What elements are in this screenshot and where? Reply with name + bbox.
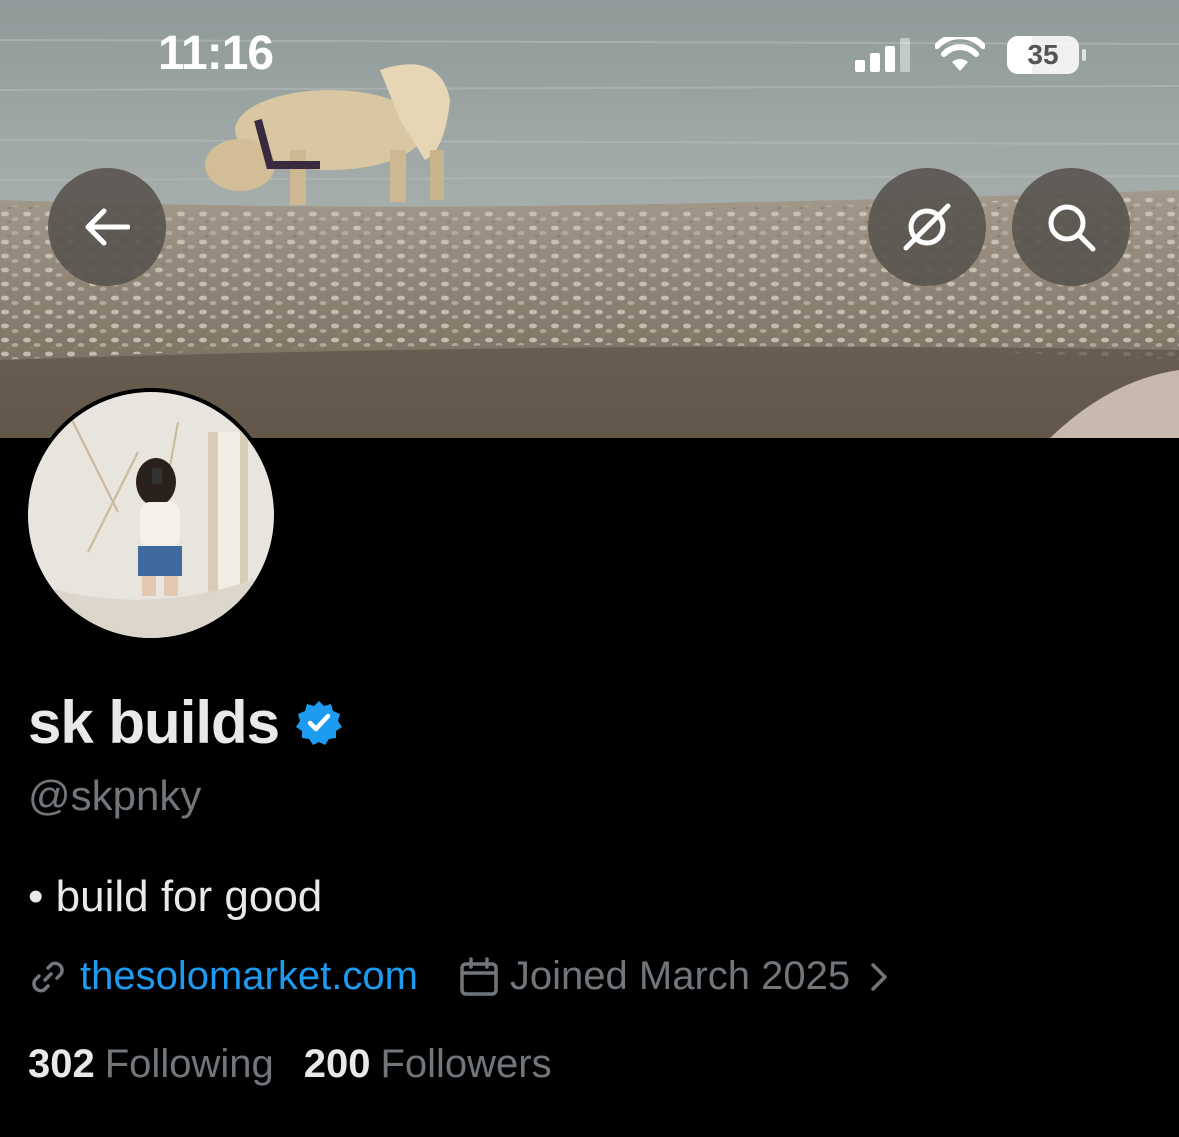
profile-avatar[interactable]	[24, 388, 278, 642]
chevron-right-icon	[871, 962, 887, 991]
followers-count: 200	[303, 1042, 371, 1086]
joined-date[interactable]: Joined March 2025	[458, 954, 894, 999]
followers-count-link[interactable]: 200 Followers	[304, 1042, 552, 1087]
battery-indicator: 35	[1007, 36, 1086, 74]
back-button[interactable]	[48, 168, 166, 286]
search-icon	[1048, 204, 1096, 252]
grok-icon	[903, 203, 951, 251]
arrow-left-icon	[85, 208, 130, 246]
profile-bio: • build for good	[28, 872, 323, 921]
follow-counts: 302 Following 200 Followers	[28, 1042, 582, 1087]
joined-date-text: Joined March 2025	[509, 954, 851, 998]
battery-level-text: 35	[1027, 39, 1059, 70]
wifi-icon	[935, 37, 985, 71]
link-icon	[32, 961, 64, 992]
verified-badge-icon	[296, 700, 343, 745]
following-count-link[interactable]: 302 Following	[28, 1042, 274, 1087]
following-count: 302	[28, 1042, 95, 1086]
status-time: 11:16	[158, 27, 274, 80]
followers-label: Followers	[380, 1042, 552, 1086]
cellular-signal-icon	[855, 38, 910, 72]
profile-website-link[interactable]: thesolomarket.com	[80, 954, 418, 999]
status-indicators: 35	[855, 30, 1086, 80]
calendar-icon	[460, 956, 498, 996]
grok-button[interactable]	[868, 168, 986, 286]
profile-meta: thesolomarket.com Joined March 2025	[28, 954, 894, 999]
profile-handle: @skpnky	[28, 772, 202, 819]
profile-name: sk builds	[28, 689, 280, 756]
profile-name-row: sk builds	[28, 688, 343, 757]
following-label: Following	[104, 1042, 274, 1086]
search-button[interactable]	[1012, 168, 1130, 286]
